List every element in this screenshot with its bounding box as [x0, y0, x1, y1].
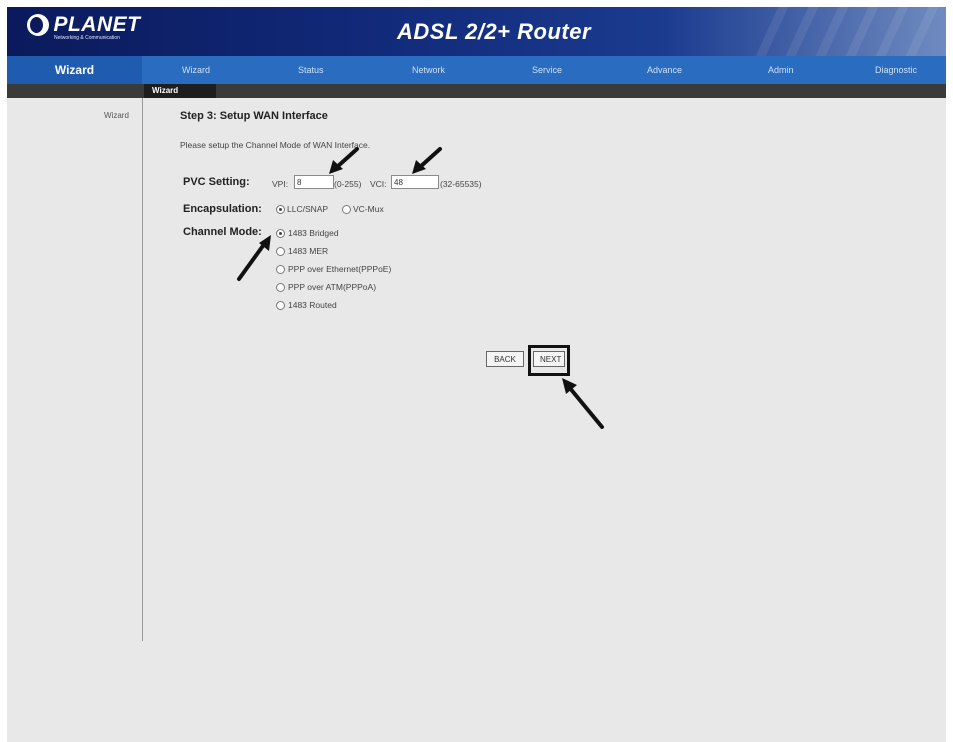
arrow-to-vci-icon — [418, 147, 442, 169]
page-frame: PLANET Networking & Communication ADSL 2… — [7, 7, 946, 742]
arrow-to-vpi-icon — [335, 147, 359, 169]
arrow-to-next-icon — [567, 385, 604, 429]
annotation-arrows — [237, 147, 604, 429]
arrow-to-bridged-icon — [237, 241, 267, 281]
